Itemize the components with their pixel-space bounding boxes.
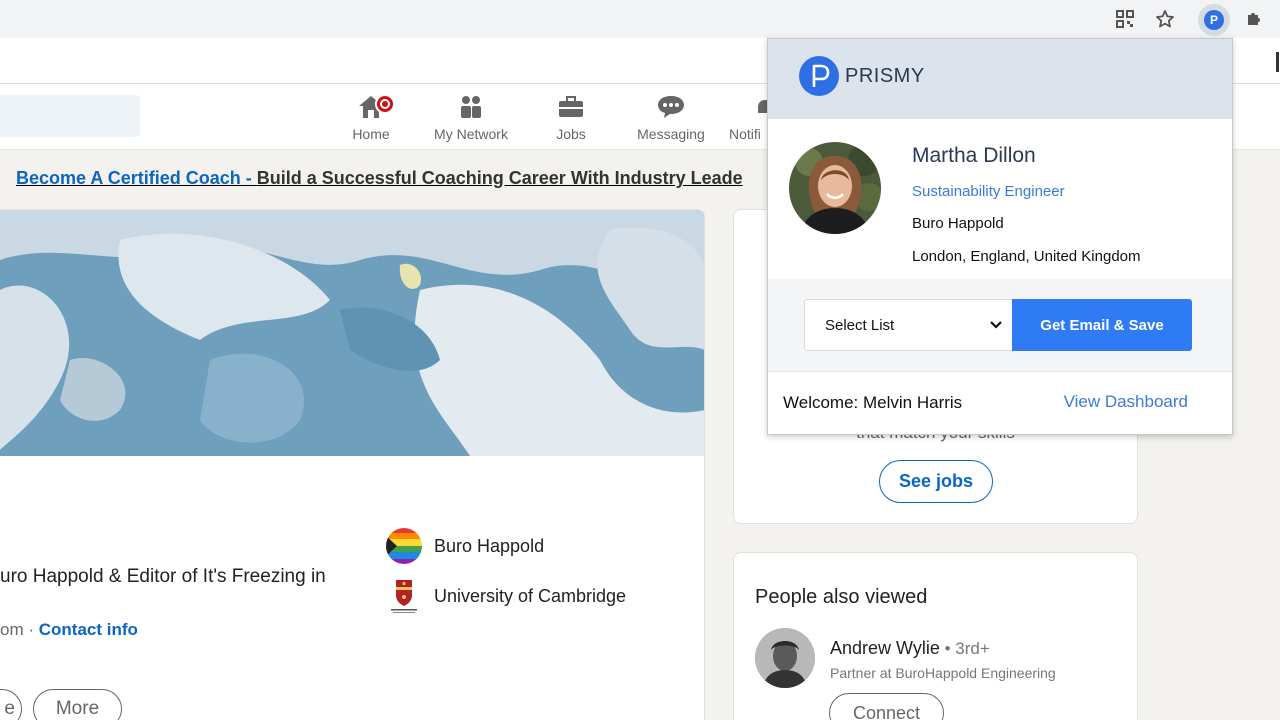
chevron-down-icon <box>989 318 1003 336</box>
notification-badge <box>375 94 395 114</box>
more-button[interactable]: More <box>33 689 122 720</box>
buro-happold-logo <box>385 527 423 565</box>
prismy-logo-icon <box>799 56 839 96</box>
cambridge-crest-icon <box>385 577 423 615</box>
messaging-icon <box>621 90 721 120</box>
qr-code-icon[interactable] <box>1114 8 1136 30</box>
org-name: University of Cambridge <box>434 585 627 606</box>
nav-home-label: Home <box>352 126 390 142</box>
nav-notifications-label: Notifi <box>729 126 761 142</box>
nav-messaging[interactable]: Messaging <box>621 90 721 142</box>
people-also-viewed-card: People also viewed Andrew Wylie • 3rd+ P… <box>733 552 1138 720</box>
avatar[interactable] <box>755 628 815 688</box>
contact-row: om · Contact info <box>0 620 138 640</box>
nav-jobs[interactable]: Jobs <box>521 90 621 142</box>
contact-avatar <box>789 142 881 234</box>
person-role: Partner at BuroHappold Engineering <box>830 665 1056 681</box>
ad-link[interactable]: Become A Certified Coach - <box>16 168 257 188</box>
ad-text[interactable]: Build a Successful Coaching Career With … <box>257 168 743 188</box>
prismy-extension-icon[interactable]: P <box>1198 4 1230 36</box>
see-jobs-button[interactable]: See jobs <box>879 460 993 503</box>
divider <box>1276 52 1279 72</box>
select-list-value: Select List <box>825 316 895 334</box>
prismy-ext-letter: P <box>1204 10 1224 30</box>
org-cambridge[interactable]: University of Cambridge <box>385 577 626 615</box>
prismy-popup: PRISMY Martha Dillon Sustainability Engi… <box>767 38 1233 435</box>
nav-my-network[interactable]: My Network <box>421 90 521 142</box>
profile-action-label: e <box>4 698 15 719</box>
contact-prefix: om · <box>0 620 39 639</box>
contact-company: Buro Happold <box>912 215 1004 232</box>
nav-messaging-label: Messaging <box>637 126 705 142</box>
home-icon <box>321 90 421 120</box>
profile-headline: uro Happold & Editor of It's Freezing in <box>0 566 326 587</box>
sponsored-ad[interactable]: Become A Certified Coach - Build a Succe… <box>16 168 743 189</box>
contact-info-link[interactable]: Contact info <box>39 620 138 639</box>
browser-toolbar: P <box>0 0 1280 38</box>
more-label: More <box>55 698 100 719</box>
prismy-brand: PRISMY <box>845 65 925 87</box>
profile-action-button[interactable]: e <box>0 689 22 720</box>
search-input[interactable] <box>0 95 140 137</box>
prismy-header: PRISMY <box>768 39 1232 119</box>
connection-degree: • 3rd+ <box>939 639 990 658</box>
org-buro-happold[interactable]: Buro Happold <box>385 527 544 565</box>
profile-card: uro Happold & Editor of It's Freezing in… <box>0 209 705 720</box>
person-name: Andrew Wylie <box>830 638 940 658</box>
prismy-footer: Welcome: Melvin Harris View Dashboard <box>768 371 1232 434</box>
nav-network-label: My Network <box>434 126 508 142</box>
contact-location: London, England, United Kingdom <box>912 248 1141 265</box>
network-icon <box>421 90 521 120</box>
connect-button[interactable]: Connect <box>829 693 944 720</box>
profile-banner <box>0 210 704 456</box>
nav-notifications[interactable]: Notifi <box>721 90 767 142</box>
star-icon[interactable] <box>1154 8 1176 30</box>
select-list-dropdown[interactable]: Select List <box>804 299 1013 351</box>
welcome-text: Welcome: Melvin Harris <box>783 393 963 412</box>
prismy-actions: Select List Get Email & Save <box>768 279 1232 371</box>
org-name: Buro Happold <box>434 535 545 556</box>
person-name-row[interactable]: Andrew Wylie • 3rd+ <box>830 638 990 659</box>
nav-home[interactable]: Home <box>321 90 421 142</box>
get-email-save-button[interactable]: Get Email & Save <box>1012 299 1192 351</box>
briefcase-icon <box>521 90 621 120</box>
view-dashboard-link[interactable]: View Dashboard <box>1064 392 1188 412</box>
puzzle-icon[interactable] <box>1243 8 1265 30</box>
contact-name: Martha Dillon <box>912 144 1036 167</box>
bell-icon <box>721 90 767 120</box>
people-also-viewed-title: People also viewed <box>755 586 928 608</box>
nav-jobs-label: Jobs <box>556 126 586 142</box>
contact-title: Sustainability Engineer <box>912 183 1065 200</box>
